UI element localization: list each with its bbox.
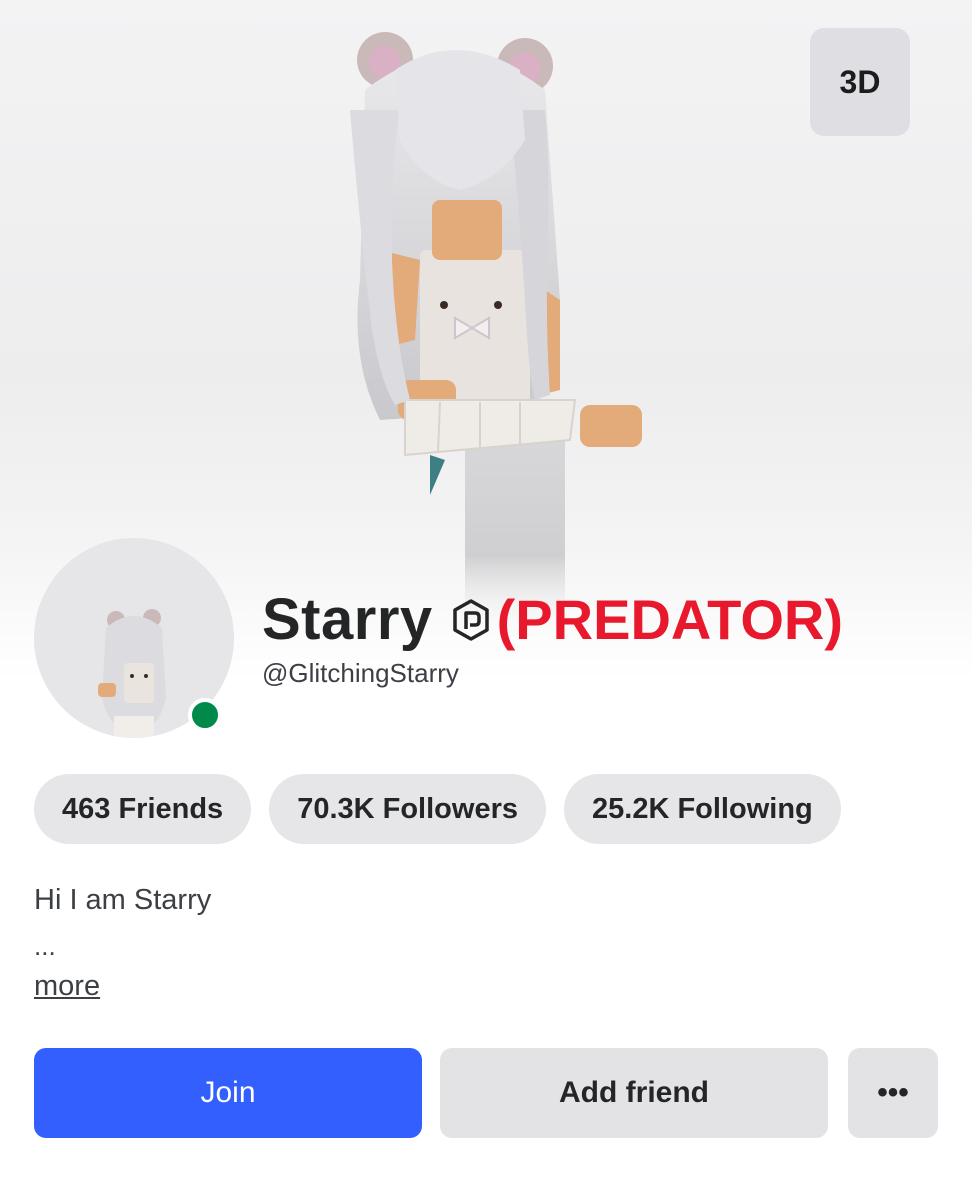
social-stats: 463 Friends 70.3K Followers 25.2K Follow… xyxy=(34,774,841,844)
predator-annotation: (PREDATOR) xyxy=(496,588,844,651)
username: @GlitchingStarry xyxy=(262,658,459,688)
profile-page: 3D Starry (PREDATOR) @GlitchingStarry 46… xyxy=(0,0,972,1200)
display-name: Starry xyxy=(262,587,433,652)
online-status-indicator xyxy=(188,698,222,732)
add-friend-button[interactable]: Add friend xyxy=(440,1048,828,1138)
friends-count-button[interactable]: 463 Friends xyxy=(34,774,252,844)
avatar-head xyxy=(432,200,502,260)
toggle-3d-button[interactable]: 3D xyxy=(810,28,910,136)
bio-ellipsis: ... xyxy=(34,931,56,961)
join-button[interactable]: Join xyxy=(34,1048,422,1138)
profile-name-row: Starry (PREDATOR) xyxy=(262,586,843,653)
more-options-button[interactable]: ••• xyxy=(848,1048,938,1138)
followers-count-button[interactable]: 70.3K Followers xyxy=(269,774,546,844)
verified-badge-icon xyxy=(449,598,493,642)
following-count-button[interactable]: 25.2K Following xyxy=(564,774,841,844)
bio-more-link[interactable]: more xyxy=(34,970,100,1003)
bio-text: Hi I am Starry xyxy=(34,884,212,916)
